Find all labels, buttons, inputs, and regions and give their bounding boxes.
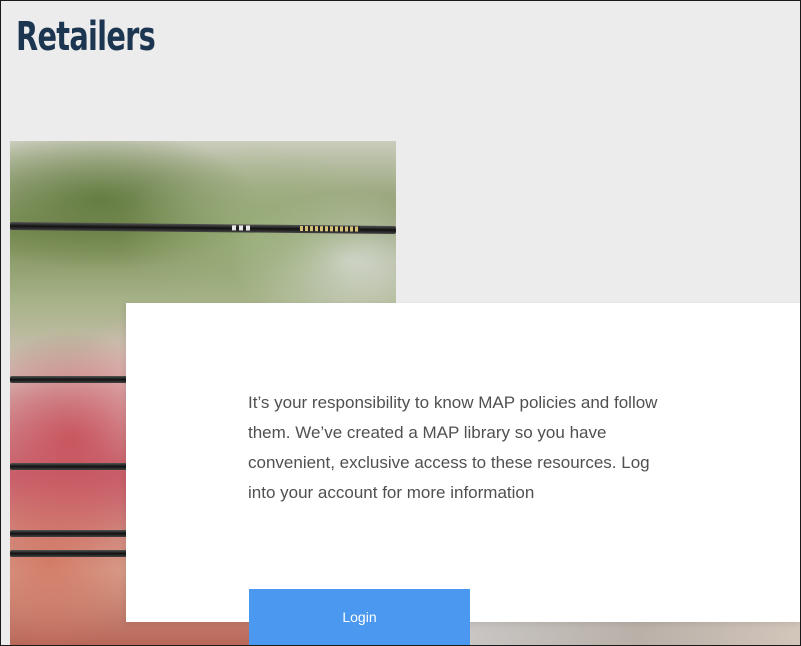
- arrow-shaft: [10, 222, 396, 235]
- map-policy-message: It’s your responsibility to know MAP pol…: [248, 393, 658, 502]
- arrow-band: [245, 225, 251, 231]
- info-card: It’s your responsibility to know MAP pol…: [126, 303, 800, 622]
- arrow-shaft: [10, 550, 135, 557]
- arrow-shaft: [10, 376, 140, 383]
- arrow-shaft: [10, 530, 135, 537]
- arrow-shaft: [10, 463, 135, 470]
- arrow-band: [238, 225, 244, 231]
- arrow-band: [231, 225, 237, 231]
- page-frame: Retailers It’s your responsibility to kn…: [0, 0, 801, 646]
- page-title: Retailers: [16, 14, 156, 60]
- arrow-wrap: [299, 226, 361, 232]
- login-button[interactable]: Login: [249, 589, 470, 645]
